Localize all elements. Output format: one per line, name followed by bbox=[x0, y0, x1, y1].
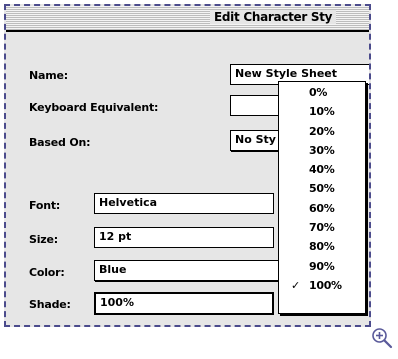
shade-option-40[interactable]: 40% bbox=[279, 160, 365, 179]
shade-option-30[interactable]: 30% bbox=[279, 141, 365, 160]
based-on-label: Based On: bbox=[29, 136, 91, 149]
size-label: Size: bbox=[29, 233, 58, 246]
shade-option-20[interactable]: 20% bbox=[279, 122, 365, 141]
shade-option-0[interactable]: 0% bbox=[279, 83, 365, 102]
shade-field[interactable]: 100% bbox=[94, 292, 274, 315]
shade-dropdown-menu: 0% 10% 20% 30% 40% 50% 60% 70% 80% 90% ✓… bbox=[278, 81, 366, 314]
color-popup[interactable]: Blue bbox=[94, 260, 284, 281]
shade-option-70[interactable]: 70% bbox=[279, 218, 365, 237]
shade-option-10[interactable]: 10% bbox=[279, 102, 365, 121]
title-bar[interactable]: Edit Character Sty bbox=[6, 6, 369, 32]
shade-option-80[interactable]: 80% bbox=[279, 237, 365, 256]
shade-option-100[interactable]: ✓ 100% bbox=[279, 276, 365, 295]
shade-option-60[interactable]: 60% bbox=[279, 199, 365, 218]
shade-option-90[interactable]: 90% bbox=[279, 257, 365, 276]
size-field[interactable]: 12 pt bbox=[94, 227, 274, 248]
shade-option-50[interactable]: 50% bbox=[279, 179, 365, 198]
keyboard-equivalent-label: Keyboard Equivalent: bbox=[29, 101, 159, 114]
font-label: Font: bbox=[29, 199, 61, 212]
font-field[interactable]: Helvetica bbox=[94, 193, 274, 214]
zoom-in-icon[interactable] bbox=[371, 327, 393, 349]
color-label: Color: bbox=[29, 266, 65, 279]
name-label: Name: bbox=[29, 69, 68, 82]
shade-label: Shade: bbox=[29, 298, 71, 311]
window-title: Edit Character Sty bbox=[210, 10, 337, 24]
checkmark-icon: ✓ bbox=[291, 278, 300, 292]
